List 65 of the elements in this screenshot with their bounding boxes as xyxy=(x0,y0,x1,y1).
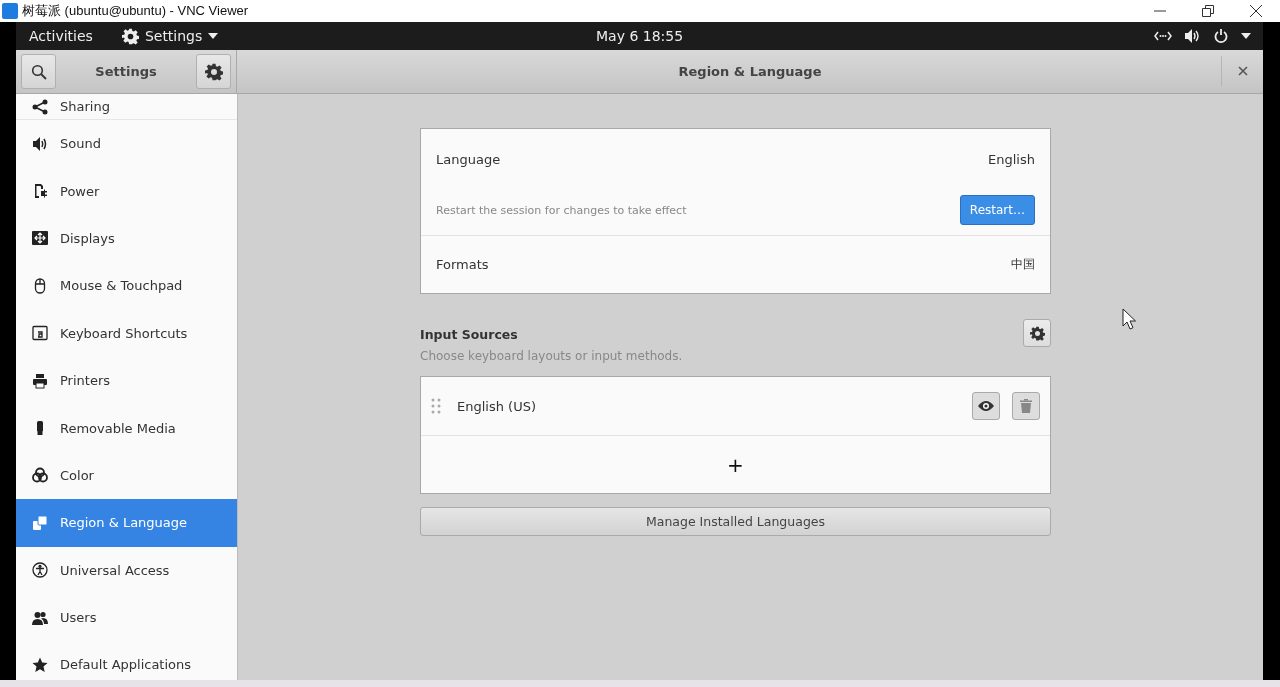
sidebar-item[interactable]: Users xyxy=(16,593,237,642)
activities-button[interactable]: Activities xyxy=(16,28,106,44)
section-title: Input Sources xyxy=(420,327,519,342)
network-icon[interactable] xyxy=(1154,31,1172,41)
sidebar-item[interactable]: Displays xyxy=(16,214,237,263)
close-icon[interactable] xyxy=(1250,5,1262,17)
app-menu[interactable]: Settings xyxy=(121,27,219,45)
sidebar-item[interactable]: Color xyxy=(16,451,237,500)
app-logo-icon xyxy=(2,3,18,19)
restart-note: Restart the session for changes to take effect xyxy=(436,203,687,217)
language-label: Language xyxy=(436,151,501,167)
search-icon xyxy=(30,63,47,80)
sidebar-item[interactable]: Power xyxy=(16,167,237,215)
clock[interactable]: May 6 18:55 xyxy=(596,28,684,44)
sidebar-item[interactable]: Sharing xyxy=(16,94,237,120)
language-row[interactable]: Language English xyxy=(421,129,1050,185)
printer-icon xyxy=(32,372,48,389)
color-circles-icon xyxy=(32,467,48,484)
settings-button[interactable] xyxy=(196,54,231,89)
mouse-cursor-icon xyxy=(1122,308,1136,330)
language-icon xyxy=(32,514,48,531)
input-source-name: English (US) xyxy=(457,398,537,414)
manage-languages-button[interactable]: Manage Installed Languages xyxy=(420,507,1051,536)
formats-value: 中国 xyxy=(1011,256,1035,273)
keyboard-icon xyxy=(32,325,48,342)
gear-icon xyxy=(1029,325,1045,341)
sidebar-item[interactable]: Default Applications xyxy=(16,641,237,680)
share-icon xyxy=(32,98,48,115)
battery-plug-icon xyxy=(32,183,48,200)
search-button[interactable] xyxy=(21,54,56,89)
mouse-icon xyxy=(32,277,48,294)
caret-icon[interactable] xyxy=(1241,33,1251,39)
gear-icon xyxy=(204,62,223,81)
speaker-icon xyxy=(32,135,48,152)
display-icon xyxy=(32,230,48,247)
drag-handle-icon[interactable] xyxy=(431,398,441,414)
restore-icon[interactable] xyxy=(1202,5,1214,17)
add-input-source-button[interactable]: + xyxy=(421,436,1050,493)
close-icon xyxy=(1237,66,1248,76)
input-options-button[interactable] xyxy=(1023,319,1051,347)
volume-icon[interactable] xyxy=(1185,29,1201,43)
formats-label: Formats xyxy=(436,257,489,272)
caret-icon xyxy=(208,33,219,39)
eye-icon xyxy=(978,401,994,411)
sidebar-item[interactable]: Keyboard Shortcuts xyxy=(16,309,237,357)
gear-icon xyxy=(121,27,139,45)
sidebar-item[interactable]: Universal Access xyxy=(16,546,237,594)
trash-icon xyxy=(1020,399,1032,413)
sidebar-title: Settings xyxy=(95,64,157,79)
sidebar-item[interactable]: Printers xyxy=(16,356,237,405)
star-icon xyxy=(32,657,48,673)
sidebar-item[interactable]: Sound xyxy=(16,120,237,168)
section-description: Choose keyboard layouts or input methods. xyxy=(420,349,683,363)
sidebar-item[interactable]: Mouse & Touchpad xyxy=(16,262,237,310)
sidebar-item[interactable]: Region & Language xyxy=(16,499,237,547)
formats-row[interactable]: Formats 中国 xyxy=(421,236,1050,293)
power-icon[interactable] xyxy=(1214,29,1228,43)
window-title: 树莓派 (ubuntu@ubuntu) - VNC Viewer xyxy=(22,2,249,20)
accessibility-icon xyxy=(32,562,48,579)
language-value: English xyxy=(988,151,1035,167)
users-icon xyxy=(32,609,48,626)
sidebar-item[interactable]: Removable Media xyxy=(16,404,237,452)
panel-title: Region & Language xyxy=(678,64,822,79)
preview-button[interactable] xyxy=(972,392,1000,420)
remove-button[interactable] xyxy=(1012,392,1040,420)
